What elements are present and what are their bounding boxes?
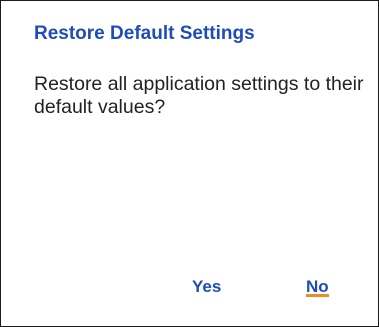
focus-underline: [306, 294, 329, 297]
yes-button[interactable]: Yes: [188, 275, 225, 299]
yes-button-label: Yes: [192, 277, 222, 296]
restore-defaults-dialog: Restore Default Settings Restore all app…: [0, 0, 379, 327]
no-button[interactable]: No: [302, 275, 333, 299]
dialog-actions: Yes No: [1, 275, 378, 307]
dialog-message: Restore all application settings to thei…: [34, 73, 364, 118]
dialog-title: Restore Default Settings: [34, 23, 255, 44]
